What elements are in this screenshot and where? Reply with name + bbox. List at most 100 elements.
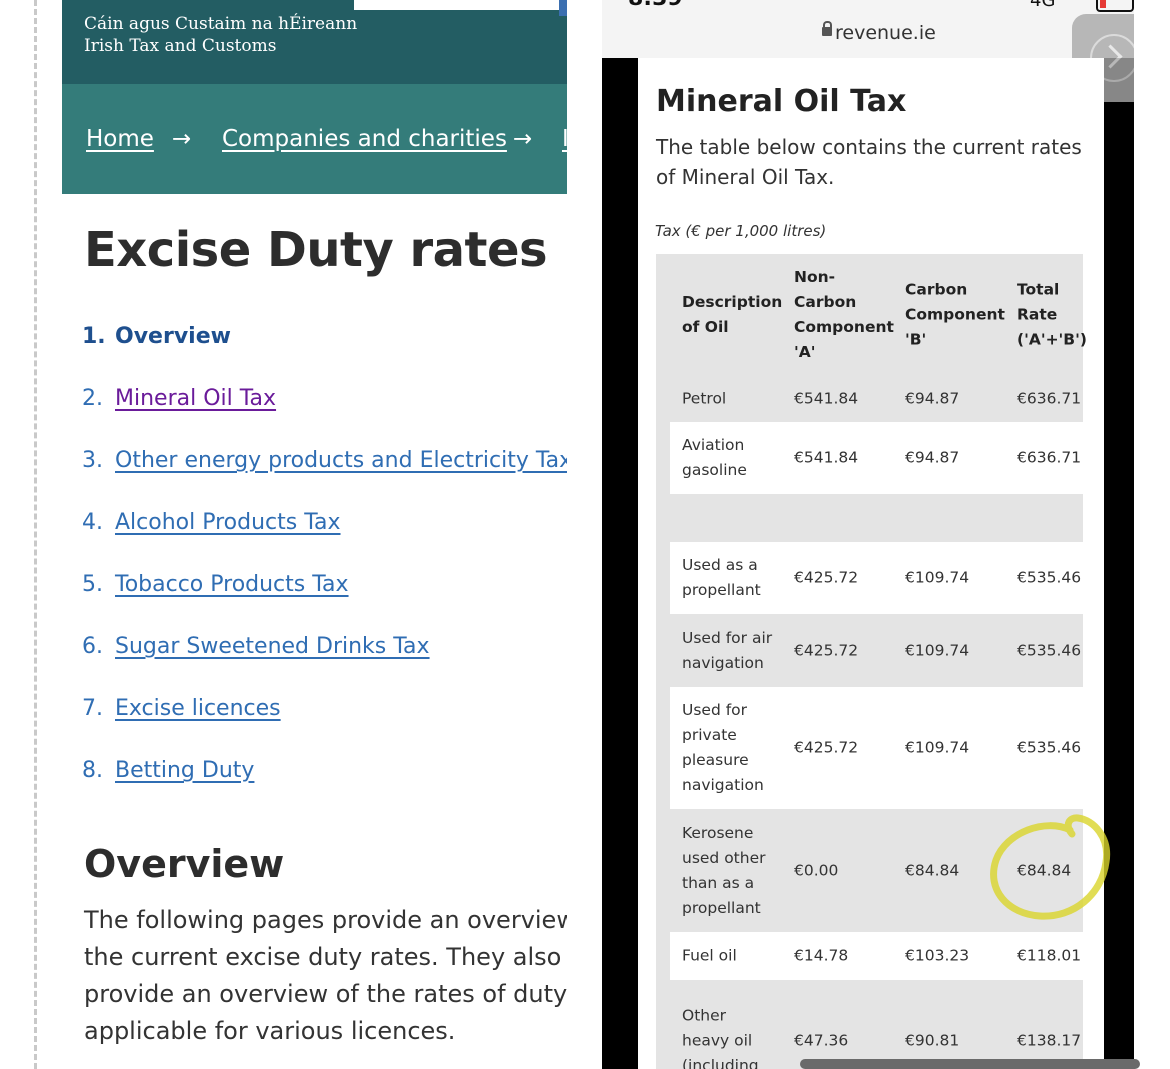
cell-component-b: €94.87 — [905, 389, 960, 408]
cell-description: Fuel oil — [682, 944, 782, 969]
toc-number: 4. — [82, 510, 103, 535]
cell-description: Kerosene used other than as a propellant — [682, 821, 782, 921]
left-screenshot-panel: Cáin agus Custaim na hÉireann Irish Tax … — [62, 0, 567, 1069]
toc-number: 2. — [82, 386, 103, 411]
desc-line: Aviation — [682, 436, 745, 454]
intro-line: The table below contains the current rat… — [656, 135, 1082, 159]
header-line: Description — [682, 293, 783, 311]
horizontal-scrollbar[interactable] — [800, 1059, 1140, 1069]
table-caption: Tax (€ per 1,000 litres) — [655, 222, 827, 240]
status-time: 8:39 — [628, 0, 683, 11]
breadcrumb-next-link[interactable]: I — [562, 126, 567, 152]
header-line: Carbon — [794, 293, 857, 311]
row-inset — [656, 422, 670, 494]
cell-component-a: €14.78 — [794, 946, 849, 965]
header-line: Carbon — [905, 280, 968, 299]
toc-number: 5. — [82, 572, 103, 597]
cell-total: €535.46 — [1017, 641, 1082, 659]
header-line: of Oil — [682, 318, 729, 336]
desc-line: Other — [682, 1006, 727, 1025]
overview-line: provide an overview of the rates of duty — [84, 980, 567, 1008]
cell-component-b: €109.74 — [905, 641, 970, 659]
cell-component-b: €90.81 — [905, 1031, 960, 1050]
overview-heading: Overview — [84, 842, 285, 886]
status-bar: 8:39 4G — [602, 0, 1134, 12]
desc-line: Used as a — [682, 556, 758, 574]
toc-label: Sugar Sweetened Drinks Tax — [115, 634, 430, 659]
desc-line: propellant — [682, 581, 761, 599]
desc-line: private — [682, 726, 737, 744]
cell-component-a: €541.84 — [794, 448, 859, 467]
cell-total: €636.71 — [1017, 448, 1082, 467]
toc-label: Other energy products and Electricity Ta… — [115, 448, 567, 473]
desc-line: pleasure — [682, 751, 749, 769]
cell-component-a: €425.72 — [794, 568, 859, 587]
search-input[interactable] — [354, 0, 559, 10]
cell-total: €84.84 — [1017, 861, 1072, 879]
header-line: ('A'+'B') — [1017, 330, 1087, 349]
table-row: Petrol €541.84 €94.87 €636.71 — [656, 376, 1083, 422]
cell-component-b: €94.87 — [905, 448, 960, 467]
cell-component-b: €109.74 — [905, 738, 970, 757]
desc-line: Petrol — [682, 389, 727, 408]
cell-component-b: €84.84 — [905, 861, 960, 879]
cell-total: €138.17 — [1017, 1031, 1082, 1050]
breadcrumb-home-link[interactable]: Home — [86, 126, 154, 152]
table-header-row: Description of Oil Non- Carbon Component… — [656, 254, 1087, 376]
table-row: Used for air navigation €425.72 €109.74 … — [656, 614, 1083, 687]
toc-label: Excise licences — [115, 696, 281, 721]
cell-component-a: €541.84 — [794, 389, 859, 408]
breadcrumb-companies-link[interactable]: Companies and charities — [222, 126, 507, 152]
table-row: Kerosene used other than as a propellant… — [656, 809, 1083, 932]
table-row: Other heavy oil (including €47.36 €90.81… — [656, 980, 1083, 1069]
cell-total: €636.71 — [1017, 389, 1082, 408]
desc-line: Kerosene — [682, 823, 754, 842]
desc-line: used other — [682, 848, 766, 867]
toc-label: Betting Duty — [115, 758, 255, 783]
cell-component-b: €109.74 — [905, 568, 970, 587]
toc-label: Tobacco Products Tax — [115, 572, 349, 597]
table-row: Aviation gasoline €541.84 €94.87 €636.71 — [656, 422, 1083, 494]
cell-description: Petrol — [682, 387, 782, 412]
cell-description: Used for private pleasure navigation — [682, 698, 782, 798]
phone-screenshot-panel: 8:39 4G revenue.ie Mineral Oil Tax The t… — [602, 0, 1134, 1069]
header-cell-carbon: Carbon Component 'B' — [905, 278, 1005, 353]
toc-number: 1. — [82, 324, 106, 349]
desc-line: Used for air — [682, 628, 773, 647]
arrow-right-icon: → — [513, 126, 533, 152]
header-line: Rate — [1017, 305, 1058, 324]
desc-line: Used for — [682, 701, 748, 719]
overview-paragraph: The following pages provide an overview … — [84, 902, 567, 1050]
cell-description: Used as a propellant — [682, 553, 782, 603]
cell-component-a: €425.72 — [794, 641, 859, 659]
desc-line: Fuel oil — [682, 946, 737, 965]
desc-line: propellant — [682, 898, 761, 917]
header-line: Total — [1017, 280, 1060, 299]
cell-description: Used for air navigation — [682, 626, 782, 676]
section-title: Mineral Oil Tax — [656, 84, 907, 119]
row-inset — [656, 932, 670, 980]
toc-number: 3. — [82, 448, 103, 473]
cell-component-a: €0.00 — [794, 861, 839, 879]
header-cell-total: Total Rate ('A'+'B') — [1017, 278, 1087, 353]
page-title: Excise Duty rates — [84, 222, 548, 278]
cell-description: Other heavy oil (including — [682, 1004, 782, 1069]
table-row: Used for private pleasure navigation €42… — [656, 687, 1083, 809]
header-line: Non- — [794, 268, 836, 286]
arrow-right-icon: → — [172, 126, 192, 152]
toc-label: Alcohol Products Tax — [115, 510, 341, 535]
cell-description: Aviation gasoline — [682, 433, 782, 483]
cell-component-a: €425.72 — [794, 738, 859, 757]
url-text: revenue.ie — [835, 22, 936, 44]
brand-irish-name: Cáin agus Custaim na hÉireann — [84, 14, 358, 34]
overview-line: the current excise duty rates. They also — [84, 943, 562, 971]
intro-line: of Mineral Oil Tax. — [656, 165, 835, 189]
address-bar[interactable]: revenue.ie — [602, 12, 1134, 58]
search-button[interactable] — [559, 0, 567, 16]
toc-number: 8. — [82, 758, 103, 783]
toc-number: 6. — [82, 634, 103, 659]
brand-english-name: Irish Tax and Customs — [84, 36, 277, 56]
site-header: Cáin agus Custaim na hÉireann Irish Tax … — [62, 0, 567, 84]
web-content: Mineral Oil Tax The table below contains… — [638, 58, 1104, 1069]
toc-number: 7. — [82, 696, 103, 721]
